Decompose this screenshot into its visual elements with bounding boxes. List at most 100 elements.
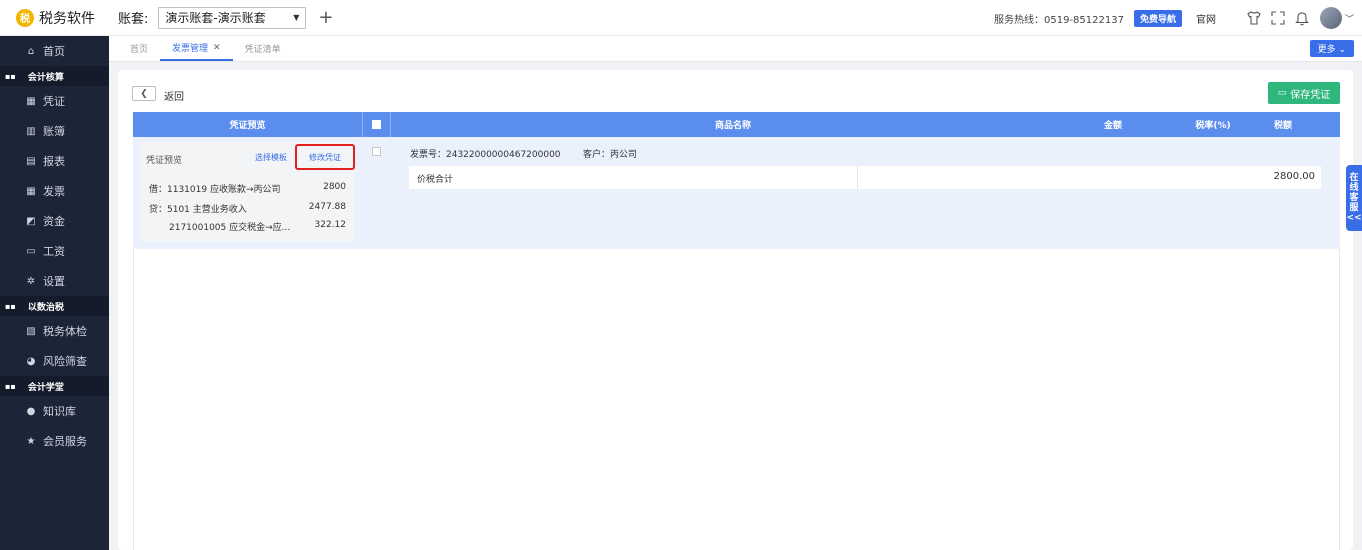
sidebar-group-label: 会计核算	[27, 72, 64, 83]
sidebar-item-funds[interactable]: ◩ 资金	[0, 206, 109, 236]
star-icon: ★	[26, 435, 36, 447]
sidebar-item-salary[interactable]: ▭ 工资	[0, 236, 109, 266]
tab-voucher-list[interactable]: 凭证清单	[233, 36, 293, 61]
sidebar-group-label: 会计学堂	[27, 382, 64, 393]
voucher-entry-amount: 2477.88	[308, 202, 346, 212]
sidebar: ⌂ 首页 ▪▪ 会计核算 ▦ 凭证 ▥ 账簿 ▤ 报表 ▦ 发票 ◩ 资金 ▭ …	[0, 36, 109, 550]
select-all-checkbox[interactable]	[363, 112, 391, 137]
sidebar-item-membership[interactable]: ★ 会员服务	[0, 426, 109, 456]
voucher-preview-card: 凭证预览 选择模板 修改凭证 借：1131019 应收账款→丙公司 2800 贷…	[140, 142, 355, 242]
more-button[interactable]: 更多 ⌄	[1309, 40, 1354, 57]
skin-shirt-icon[interactable]	[1244, 8, 1264, 28]
sidebar-item-voucher[interactable]: ▦ 凭证	[0, 86, 109, 116]
grid-icon: ▪▪	[5, 301, 16, 311]
sidebar-item-label: 风险筛查	[43, 355, 87, 368]
sidebar-group-label: 以数治税	[27, 302, 64, 313]
risk-icon: ◕	[26, 355, 36, 367]
sidebar-item-label: 报表	[43, 155, 65, 168]
sidebar-item-label: 设置	[43, 275, 65, 288]
sidebar-item-label: 知识库	[43, 405, 76, 418]
service-char: <<	[1346, 213, 1362, 223]
account-select-value: 演示账套-演示账套	[165, 11, 266, 25]
row-checkbox[interactable]	[372, 147, 381, 156]
add-account-button[interactable]: +	[318, 8, 333, 27]
tab-home[interactable]: 首页	[109, 36, 160, 61]
sidebar-group-tax-data: ▪▪ 以数治税	[0, 296, 109, 316]
home-icon: ⌂	[27, 45, 35, 57]
sidebar-item-label: 工资	[43, 245, 65, 258]
service-hotline: 服务热线：0519-85122137	[994, 14, 1124, 26]
sidebar-item-label: 资金	[43, 215, 65, 228]
online-service-tab[interactable]: 在 线 客 服 <<	[1346, 165, 1362, 231]
salary-icon: ▭	[26, 245, 36, 257]
user-avatar[interactable]	[1319, 7, 1342, 29]
voucher-entry-credit: 贷：5101 主营业务收入	[149, 205, 247, 215]
service-char: 线	[1349, 183, 1359, 193]
report-icon: ▤	[26, 155, 36, 167]
sidebar-item-tax-checkup[interactable]: ▧ 税务体检	[0, 316, 109, 346]
header-tax-amount: 税额	[1273, 121, 1292, 131]
total-value: 2800.00	[1273, 171, 1315, 182]
tab-label: 发票管理	[172, 44, 209, 54]
back-label[interactable]: 返回	[164, 88, 184, 103]
account-select[interactable]: 演示账套-演示账套 ▼	[158, 6, 307, 29]
top-bar: 税 税务软件 账套: 演示账套-演示账套 ▼ + 服务热线：0519-85122…	[0, 0, 1362, 36]
account-label: 账套:	[118, 12, 149, 27]
main-panel: ❮ 返回 ▭ 保存凭证 凭证预览 商品名称 金额 税率(%) 税额 凭证预览 选…	[118, 70, 1353, 550]
close-icon[interactable]: ✕	[213, 43, 221, 53]
sidebar-item-home[interactable]: ⌂ 首页	[0, 36, 109, 66]
sidebar-item-ledger[interactable]: ▥ 账簿	[0, 116, 109, 146]
save-voucher-button[interactable]: ▭ 保存凭证	[1268, 82, 1340, 104]
voucher-preview-title: 凭证预览	[146, 156, 183, 166]
invoice-icon: ▦	[26, 185, 36, 197]
bulb-icon: ●	[26, 405, 36, 417]
column-divider	[857, 166, 858, 189]
grid-icon: ▪▪	[5, 381, 16, 391]
official-site-link[interactable]: 官网	[1196, 11, 1216, 26]
back-button[interactable]: ❮	[132, 86, 156, 101]
sidebar-item-settings[interactable]: ✲ 设置	[0, 266, 109, 296]
voucher-entry-amount: 322.12	[314, 220, 347, 230]
total-row: 价税合计 2800.00	[409, 166, 1321, 189]
select-template-link[interactable]: 选择模板	[255, 152, 287, 163]
sidebar-item-knowledge[interactable]: ● 知识库	[0, 396, 109, 426]
voucher-icon: ▦	[26, 95, 36, 107]
tab-bar: 首页 发票管理 ✕ 凭证清单 更多 ⌄	[109, 36, 1362, 62]
free-guide-button[interactable]: 免费导航	[1133, 9, 1182, 27]
voucher-entry-credit: 2171001005 应交税金→应...	[169, 223, 291, 233]
app-name: 税务软件	[39, 10, 95, 27]
chevron-left-icon: ❮	[140, 88, 148, 99]
app-logo[interactable]: 税 税务软件	[0, 8, 118, 28]
bell-icon[interactable]	[1292, 8, 1312, 28]
header-amount: 金额	[1103, 121, 1122, 131]
header-tax-rate: 税率(%)	[1195, 121, 1231, 131]
ledger-icon: ▥	[26, 125, 36, 137]
header-product-name: 商品名称	[714, 121, 751, 131]
fullscreen-icon[interactable]	[1268, 8, 1288, 28]
edit-voucher-link[interactable]: 修改凭证	[295, 144, 355, 170]
table-body-empty	[133, 249, 1340, 550]
customer-name: 客户：丙公司	[583, 150, 638, 160]
service-char: 客	[1349, 193, 1359, 203]
voucher-entry-amount: 2800	[323, 182, 346, 192]
caret-down-icon: ▼	[293, 13, 300, 22]
sidebar-item-invoice[interactable]: ▦ 发票	[0, 176, 109, 206]
header-preview: 凭证预览	[133, 112, 363, 137]
tab-invoice-management[interactable]: 发票管理 ✕	[160, 36, 233, 61]
sidebar-item-label: 会员服务	[43, 435, 87, 448]
voucher-entry-debit: 借：1131019 应收账款→丙公司	[149, 185, 281, 195]
sidebar-group-accounting: ▪▪ 会计核算	[0, 66, 109, 86]
invoice-number: 发票号：24322000000467200000	[410, 150, 561, 160]
funds-icon: ◩	[26, 215, 36, 227]
checkbox-box	[372, 120, 381, 129]
sidebar-item-label: 凭证	[43, 95, 65, 108]
gear-icon: ✲	[26, 275, 36, 287]
total-label: 价税合计	[417, 175, 454, 185]
chevron-down-icon[interactable]: ﹀	[1345, 12, 1354, 25]
sidebar-item-risk-screening[interactable]: ◕ 风险筛查	[0, 346, 109, 376]
tab-label: 首页	[130, 45, 149, 55]
sidebar-item-label: 账簿	[43, 125, 65, 138]
checkup-icon: ▧	[26, 325, 36, 337]
sidebar-item-label: 首页	[43, 45, 65, 58]
sidebar-item-report[interactable]: ▤ 报表	[0, 146, 109, 176]
